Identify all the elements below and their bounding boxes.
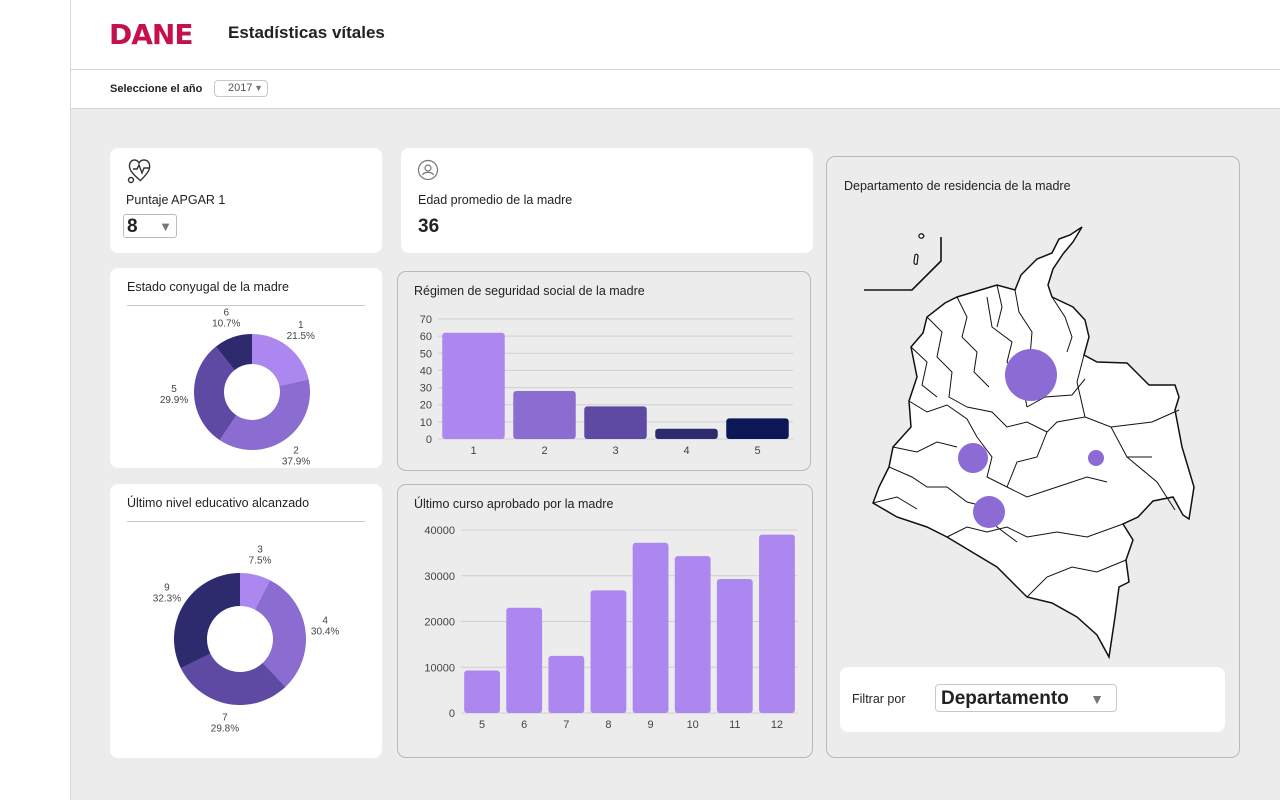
donut-slice-pct: 21.5% <box>287 331 315 342</box>
bar[interactable] <box>584 406 647 439</box>
donut-slice-label: 7 <box>222 713 228 724</box>
bar[interactable] <box>442 332 505 439</box>
apgar-select-value: 8 <box>127 216 138 237</box>
donut-slice-pct: 32.3% <box>153 594 181 605</box>
y-tick-label: 40 <box>420 365 432 377</box>
apgar-select[interactable]: 8 ▼ <box>123 214 177 238</box>
x-tick-label: 7 <box>563 719 569 731</box>
y-tick-label: 30000 <box>424 571 455 583</box>
year-select[interactable]: 2017 ▼ <box>214 80 268 97</box>
page-title: Estadísticas vítales <box>228 23 385 42</box>
donut-slice-label: 6 <box>223 307 229 318</box>
apgar-title: Puntaje APGAR 1 <box>126 193 226 207</box>
donut-slice-label: 9 <box>164 583 170 594</box>
map-card: Departamento de residencia de la madre F… <box>826 156 1240 758</box>
donut-slice-pct: 37.9% <box>282 456 310 467</box>
apgar-card: Puntaje APGAR 1 8 ▼ <box>110 148 382 253</box>
y-tick-label: 0 <box>449 708 455 720</box>
filter-label: Filtrar por <box>852 692 906 706</box>
x-tick-label: 12 <box>771 719 783 731</box>
y-tick-label: 30 <box>420 383 432 395</box>
curso-card: Último curso aprobado por la madre 0 1000… <box>397 484 813 758</box>
donut-slice-label: 2 <box>293 445 299 456</box>
y-tick-label: 10 <box>420 417 432 429</box>
heart-stethoscope-icon <box>127 159 151 184</box>
edad-title: Edad promedio de la madre <box>418 193 573 207</box>
y-tick-label: 10000 <box>424 662 455 674</box>
edad-card: Edad promedio de la madre 36 <box>401 148 813 253</box>
x-tick-label: 11 <box>729 719 740 731</box>
x-tick-label: 9 <box>648 719 654 731</box>
chevron-down-icon: ▼ <box>1090 691 1104 707</box>
donut-slice-pct: 7.5% <box>249 555 272 566</box>
filter-select[interactable]: Departamento ▼ <box>935 684 1117 712</box>
curso-bar-chart: 0 10000 20000 30000 40000 5 6 7 8 9 10 11 12 <box>424 525 798 731</box>
map-bubble[interactable] <box>1088 450 1104 466</box>
donut-slice[interactable] <box>173 573 240 669</box>
map-bubble[interactable] <box>973 496 1005 528</box>
year-select-value: 2017 <box>228 82 253 94</box>
bar[interactable] <box>590 590 627 713</box>
map-filter-card: Filtrar por Departamento ▼ <box>840 667 1225 732</box>
left-sidebar <box>0 0 71 800</box>
nivel-donut-chart: 37.5% 430.4% 729.8% 932.3% <box>153 544 340 735</box>
x-tick-label: 5 <box>754 445 760 457</box>
bar[interactable] <box>548 655 585 713</box>
year-filter-label: Seleccione el año <box>110 83 203 95</box>
donut-slice-pct: 10.7% <box>212 318 240 329</box>
estado-card: Estado conyugal de la madre 1 21.5% 2 37.9%… <box>110 268 382 468</box>
donut-slice-pct: 29.8% <box>211 724 239 735</box>
donut-slice-pct: 30.4% <box>311 627 339 638</box>
country-outline <box>872 226 1195 660</box>
bar[interactable] <box>655 428 718 439</box>
filter-select-value: Departamento <box>941 688 1069 709</box>
dashboard-main: Puntaje APGAR 1 8 ▼ Edad promedio de la … <box>71 109 1280 800</box>
mother-avatar-icon <box>417 159 439 181</box>
chevron-down-icon: ▼ <box>159 219 172 234</box>
donut-slice-label: 5 <box>171 384 177 395</box>
estado-donut-chart: 121.5% 237.9% 529.9% 610.7% <box>160 307 315 467</box>
x-tick-label: 1 <box>470 445 476 457</box>
bar[interactable] <box>464 670 500 713</box>
nivel-card: Último nivel educativo alcanzado 3 7.5% 4 3… <box>110 484 382 758</box>
donut-slice-label: 1 <box>298 320 304 331</box>
x-tick-label: 8 <box>605 719 611 731</box>
bar[interactable] <box>506 607 543 713</box>
map-inset-frame <box>864 237 942 291</box>
y-tick-label: 0 <box>426 434 432 446</box>
bar[interactable] <box>759 534 795 713</box>
y-tick-label: 70 <box>420 314 432 326</box>
x-tick-label: 2 <box>541 445 547 457</box>
y-tick-label: 40000 <box>424 525 455 537</box>
y-tick-label: 60 <box>420 331 432 343</box>
x-tick-label: 5 <box>479 719 485 731</box>
regimen-bar-chart: 0 10 20 30 40 50 60 70 1 2 3 4 5 <box>420 314 793 457</box>
donut-slice-label: 4 <box>322 616 328 627</box>
y-tick-label: 20000 <box>424 617 455 629</box>
x-tick-label: 6 <box>521 719 527 731</box>
x-tick-label: 3 <box>612 445 618 457</box>
dane-logo[interactable]: DANE <box>109 18 193 51</box>
bar[interactable] <box>726 418 789 439</box>
bar[interactable] <box>632 542 669 713</box>
app-header: DANE Estadísticas vítales <box>71 0 1280 70</box>
year-filter-bar: Seleccione el año 2017 ▼ <box>71 70 1280 109</box>
donut-slice-pct: 29.9% <box>160 395 188 406</box>
regimen-card: Régimen de seguridad social de la madre … <box>397 271 811 471</box>
bar[interactable] <box>674 556 711 713</box>
y-tick-label: 20 <box>420 400 432 412</box>
chevron-down-icon: ▼ <box>254 83 263 93</box>
edad-value: 36 <box>418 216 440 237</box>
bar[interactable] <box>513 391 576 439</box>
donut-slice-label: 3 <box>257 544 263 555</box>
bar[interactable] <box>716 578 753 713</box>
x-tick-label: 4 <box>683 445 689 457</box>
island-shape <box>913 233 925 265</box>
y-tick-label: 50 <box>420 348 432 360</box>
map-bubble[interactable] <box>958 443 988 473</box>
map-bubble[interactable] <box>1005 349 1057 401</box>
x-tick-label: 10 <box>687 719 699 731</box>
